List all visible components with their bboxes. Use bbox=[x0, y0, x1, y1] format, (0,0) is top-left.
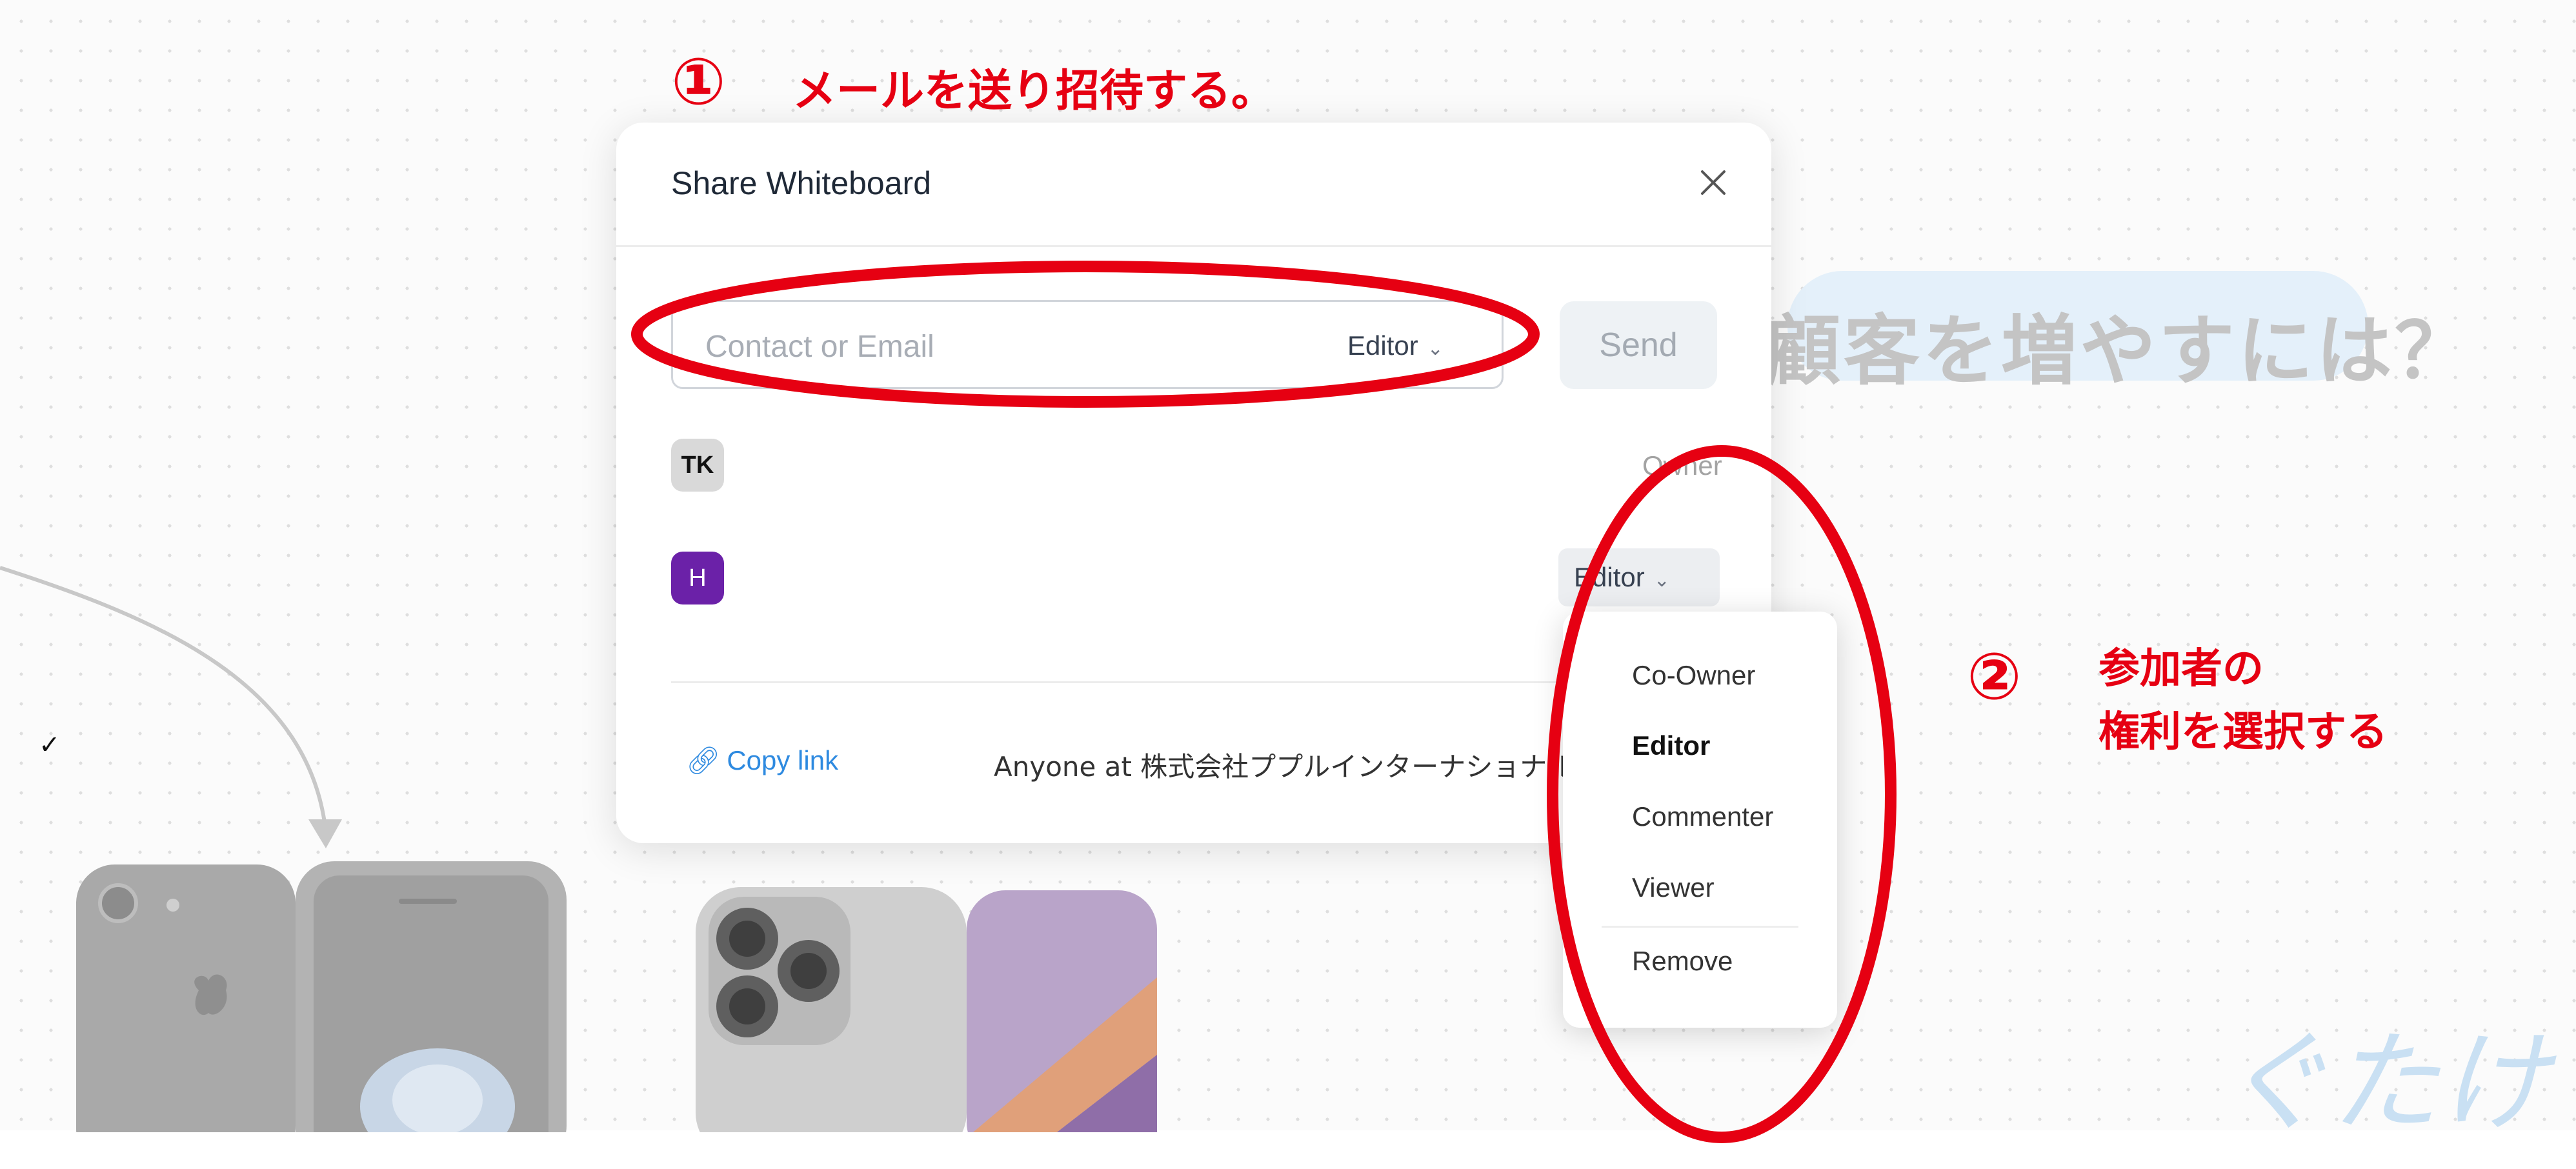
annotation-step1-number: ① bbox=[671, 44, 726, 119]
annotation-step2-line1: 参加者の bbox=[2098, 645, 2264, 693]
annotation-step2-line2: 権利を選択する bbox=[2098, 708, 2388, 756]
annotation-ellipse-contact bbox=[631, 261, 1540, 408]
annotation-layer bbox=[631, 261, 1897, 1143]
annotation-ellipse-roles bbox=[1547, 445, 1897, 1143]
annotation-step2-number: ② bbox=[1967, 639, 2022, 714]
annotation-step1-text: メールを送り招待する。 bbox=[792, 66, 1276, 117]
